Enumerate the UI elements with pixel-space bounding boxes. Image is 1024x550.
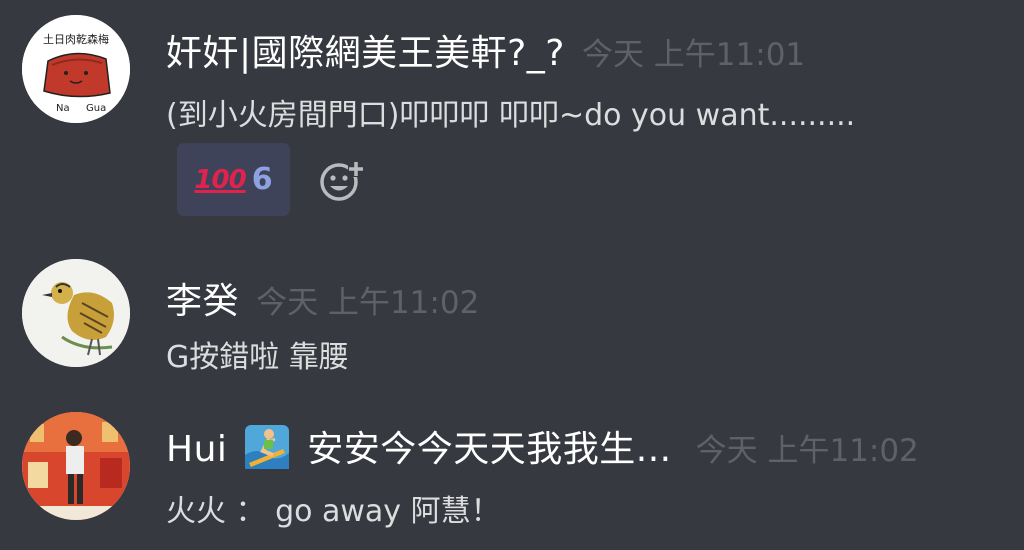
add-reaction-icon[interactable] [318, 157, 366, 203]
timestamp: 今天 上午11:02 [256, 285, 480, 321]
username[interactable]: Hui 安安今今天天我我生... [166, 425, 684, 470]
username[interactable]: 李癸 [166, 281, 239, 322]
avatar[interactable] [22, 412, 130, 520]
message-header: Hui 安安今今天天我我生... 今天 上午11:02 [166, 420, 919, 472]
reaction-count: 6 [251, 162, 273, 197]
message-item: 李癸 今天 上午11:02 G按錯啦 靠腰 [0, 250, 1024, 380]
timestamp: 今天 上午11:01 [581, 37, 806, 73]
message-header: 奸奸|國際網美王美軒?_? 今天 上午11:01 [166, 24, 805, 76]
person-avatar-image [22, 412, 130, 520]
username[interactable]: 奸奸|國際網美王美軒?_? [166, 33, 565, 74]
message-header: 李癸 今天 上午11:02 [166, 272, 479, 324]
avatar[interactable]: 土日肉乾森梅 Na Gua [22, 15, 130, 123]
username-suffix: 安安今今天天我我生... [307, 429, 672, 470]
surfer-emoji-icon [245, 425, 290, 469]
reaction-button[interactable]: 100 6 [177, 143, 290, 216]
message-content: G按錯啦 靠腰 [166, 340, 349, 375]
message-item: 土日肉乾森梅 Na Gua 奸奸|國際網美王美軒?_? 今天 上午11:01 (… [0, 0, 1024, 230]
username-prefix: Hui [166, 429, 228, 470]
dried-meat-avatar-image: 土日肉乾森梅 Na Gua [22, 15, 130, 123]
svg-text:Na: Na [56, 103, 70, 114]
bird-avatar-image [22, 259, 130, 367]
message-content: (到小火房間門口)叩叩叩 叩叩~do you want......... [166, 98, 856, 133]
hundred-points-emoji-icon: 100 [194, 164, 246, 195]
svg-text:土日肉乾森梅: 土日肉乾森梅 [43, 32, 109, 46]
avatar[interactable] [22, 259, 130, 367]
message-content: 火火 ： go away 阿慧！ [166, 494, 501, 529]
svg-text:Gua: Gua [86, 103, 106, 114]
timestamp: 今天 上午11:02 [695, 433, 919, 469]
message-item: Hui 安安今今天天我我生... 今天 上午11:02 火火 ： go away… [0, 400, 1024, 550]
